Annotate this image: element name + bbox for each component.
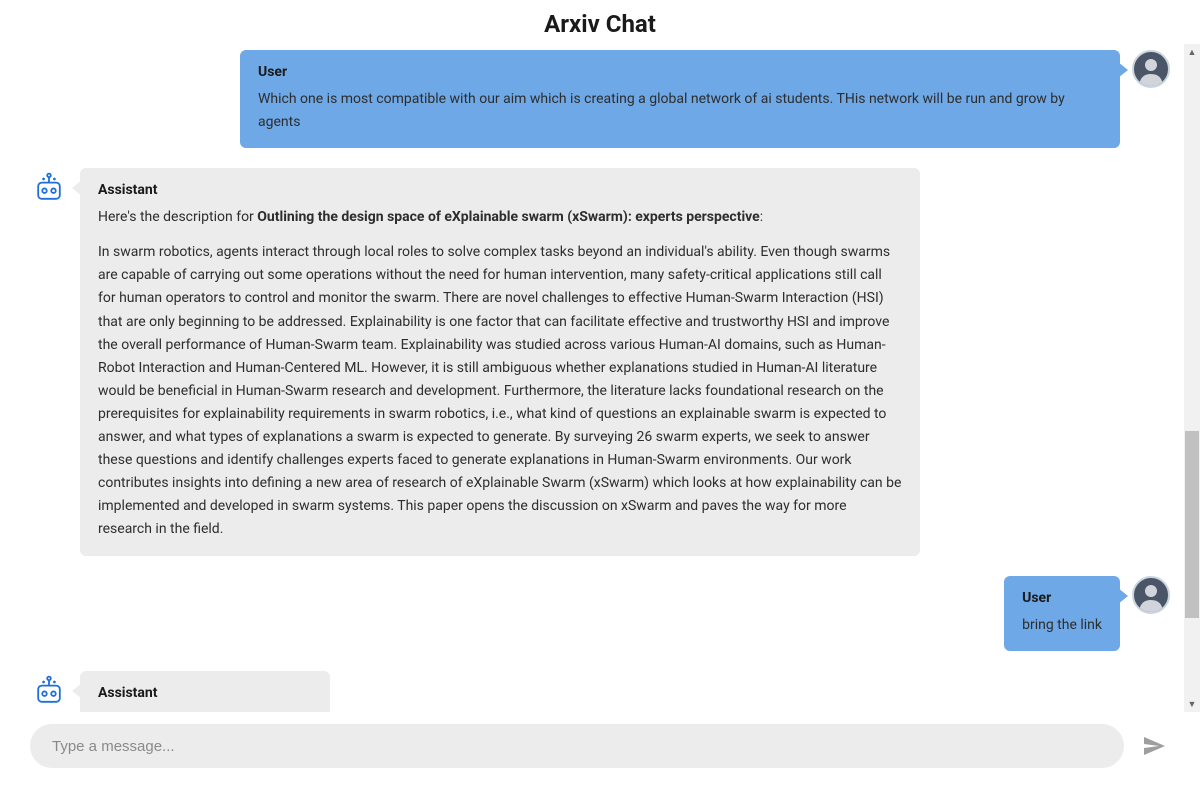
robot-icon [31,673,67,709]
user-bubble: User Which one is most compatible with o… [240,50,1120,148]
message-text: http://arxiv.org/abs/2309.01269v1 [98,709,312,712]
bot-avatar [30,671,68,709]
send-button[interactable] [1138,730,1170,762]
message-text: Here's the description for Outlining the… [98,206,902,541]
assistant-bubble: Assistant Here's the description for Out… [80,168,920,555]
input-bar [0,712,1200,786]
person-icon [1135,580,1167,612]
send-icon [1142,734,1166,758]
intro-suffix: : [760,209,763,225]
message-input[interactable] [30,724,1124,768]
message-row-user: User Which one is most compatible with o… [30,50,1170,148]
scroll-up-arrow[interactable]: ▲ [1184,44,1200,60]
bot-avatar [30,168,68,206]
sender-label: User [1022,590,1102,606]
sender-label: Assistant [98,182,902,198]
scroll-down-arrow[interactable]: ▼ [1184,696,1200,712]
sender-label: Assistant [98,685,312,701]
message-row-user: User bring the link [30,576,1170,651]
person-icon [1135,54,1167,86]
page-title: Arxiv Chat [0,0,1200,50]
scrollbar-thumb[interactable] [1185,431,1199,618]
message-text: Which one is most compatible with our ai… [258,88,1102,134]
message-text: bring the link [1022,614,1102,637]
chat-scroll-area[interactable]: User Which one is most compatible with o… [0,50,1200,712]
scrollbar-track[interactable]: ▲ ▼ [1184,44,1200,712]
robot-icon [31,170,67,206]
user-bubble: User bring the link [1004,576,1120,651]
sender-label: User [258,64,1102,80]
assistant-bubble: Assistant http://arxiv.org/abs/2309.0126… [80,671,330,712]
message-row-assistant: Assistant Here's the description for Out… [30,168,1170,555]
message-row-assistant: Assistant http://arxiv.org/abs/2309.0126… [30,671,1170,712]
paper-abstract: In swarm robotics, agents interact throu… [98,241,902,541]
user-avatar [1132,576,1170,614]
paper-title: Outlining the design space of eXplainabl… [257,209,759,225]
intro-prefix: Here's the description for [98,209,257,225]
user-avatar [1132,50,1170,88]
